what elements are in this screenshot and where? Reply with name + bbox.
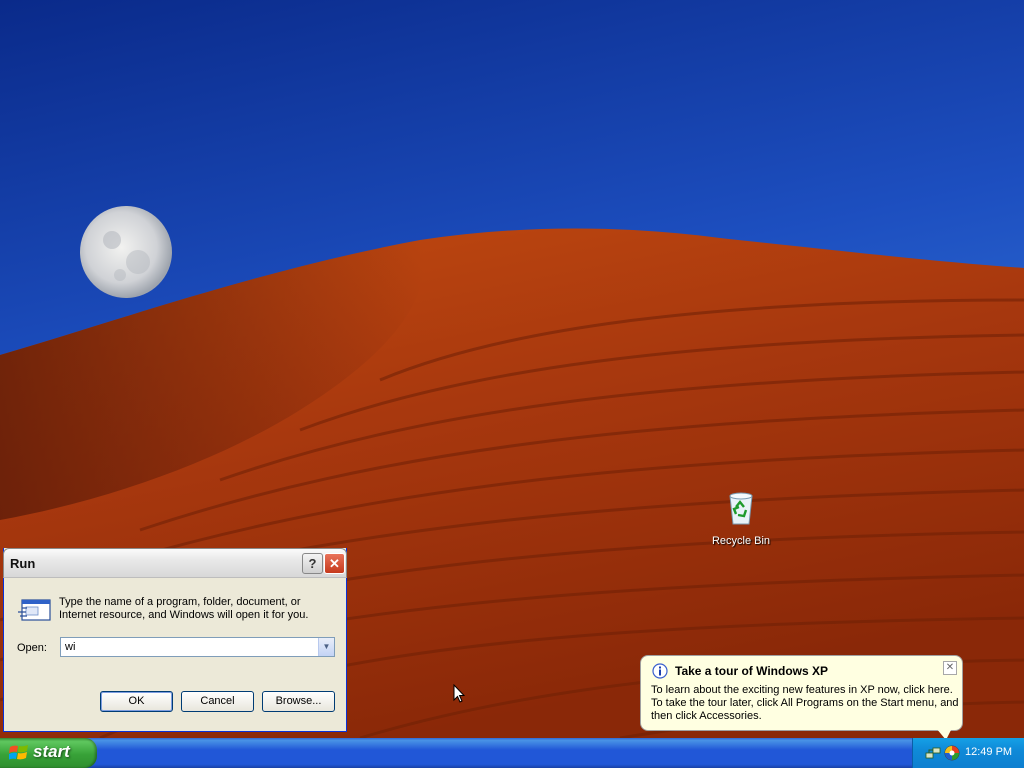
security-center-icon[interactable] — [944, 745, 960, 761]
desktop-icon-label: Recycle Bin — [711, 535, 771, 547]
start-button[interactable]: start — [0, 738, 97, 768]
close-button[interactable]: ✕ — [324, 553, 345, 574]
open-combobox[interactable]: ▼ — [60, 637, 335, 657]
run-dialog[interactable]: Run ? ✕ Type the name of a program, fold… — [3, 548, 347, 732]
start-label: start — [33, 742, 70, 761]
balloon-title: Take a tour of Windows XP — [675, 664, 829, 678]
open-label: Open: — [17, 642, 47, 654]
cancel-button[interactable]: Cancel — [181, 691, 254, 712]
balloon-message[interactable]: To learn about the exciting new features… — [651, 684, 959, 723]
run-program-icon — [18, 599, 51, 621]
chevron-down-icon[interactable]: ▼ — [318, 638, 334, 656]
ok-button[interactable]: OK — [100, 691, 173, 712]
recycle-bin-icon — [729, 492, 753, 525]
info-icon — [652, 663, 668, 679]
balloon-tail — [936, 728, 952, 738]
open-input[interactable] — [61, 638, 323, 656]
balloon-close-button[interactable]: ✕ — [943, 661, 957, 675]
taskbar[interactable]: start 12:49 PM — [0, 738, 1024, 768]
tour-balloon-tooltip[interactable]: Take a tour of Windows XP ✕ To learn abo… — [640, 655, 963, 738]
help-button[interactable]: ? — [302, 553, 323, 574]
windows-logo-icon — [9, 745, 28, 760]
window-title: Run — [10, 556, 36, 571]
network-icon[interactable] — [925, 745, 941, 761]
run-dialog-titlebar[interactable]: Run ? ✕ — [3, 548, 347, 578]
browse-button[interactable]: Browse... — [262, 691, 335, 712]
system-tray[interactable]: 12:49 PM — [912, 738, 1024, 768]
mouse-cursor-icon — [453, 684, 465, 703]
desktop[interactable]: Recycle Bin Take a tour of Windows XP ✕ … — [0, 0, 1024, 738]
run-description: Type the name of a program, folder, docu… — [59, 596, 309, 621]
moon — [80, 206, 172, 298]
desktop-icon-recycle-bin[interactable]: Recycle Bin — [706, 490, 776, 549]
clock[interactable]: 12:49 PM — [965, 746, 1012, 758]
